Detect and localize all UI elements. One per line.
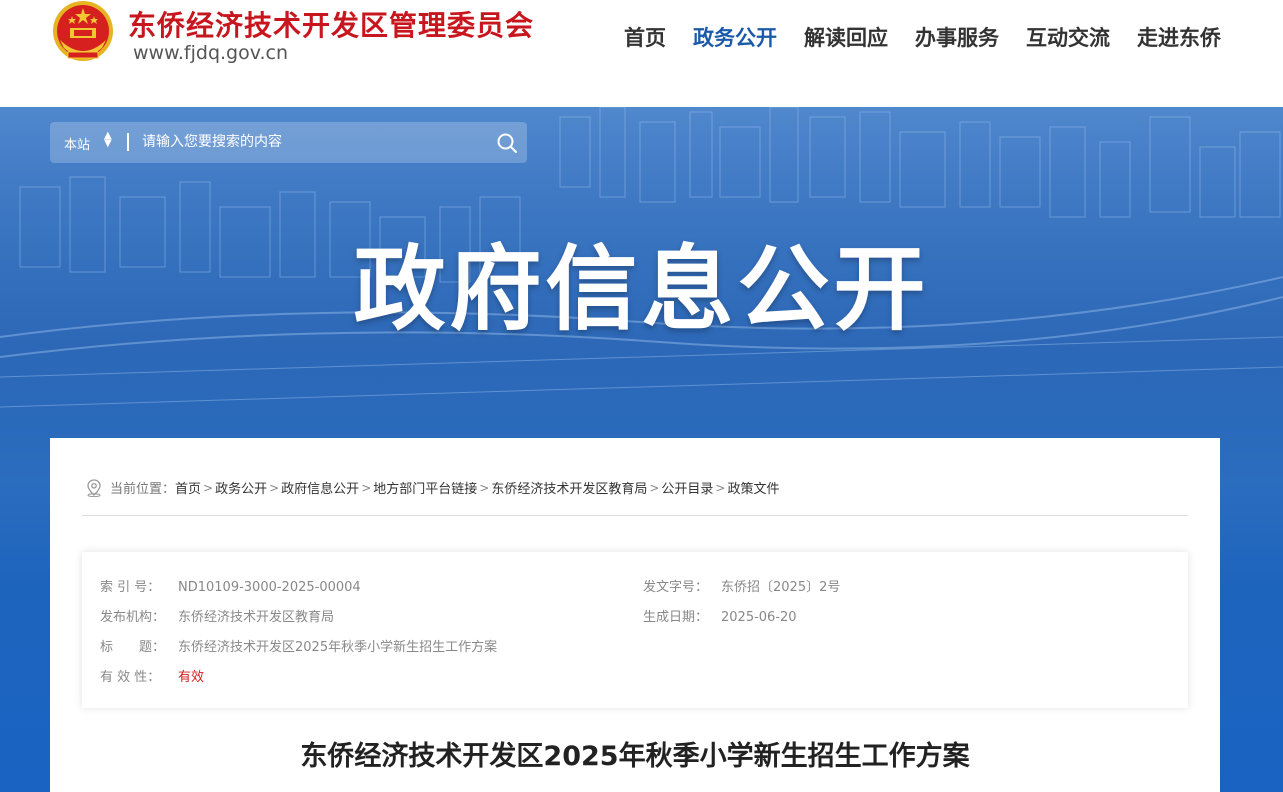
breadcrumb-item-catalog[interactable]: 公开目录 [661, 478, 713, 497]
validity-value: 有效 [178, 670, 205, 685]
breadcrumb-separator: > [203, 480, 214, 495]
breadcrumb-item-policy-docs[interactable]: 政策文件 [727, 478, 779, 497]
publisher-value: 东侨经济技术开发区教育局 [178, 610, 335, 625]
breadcrumb-separator: > [479, 480, 490, 495]
index-number-row: 索 引 号： ND10109-3000-2025-00004 [100, 576, 361, 595]
national-emblem-icon[interactable] [50, 0, 116, 66]
nav-item-government-affairs[interactable]: 政务公开 [693, 22, 777, 52]
publisher-label: 发布机构： [100, 610, 166, 625]
search-input[interactable] [142, 130, 472, 154]
breadcrumb-item-education-bureau[interactable]: 东侨经济技术开发区教育局 [491, 478, 647, 497]
main-content: 当前位置： 首页 > 政务公开 > 政府信息公开 > 地方部门平台链接 > 东侨… [50, 438, 1220, 792]
document-number-value: 东侨招〔2025〕2号 [721, 580, 841, 595]
nav-item-interaction[interactable]: 互动交流 [1026, 22, 1110, 52]
title-label: 标 题： [100, 640, 166, 655]
document-number-row: 发文字号： 东侨招〔2025〕2号 [643, 576, 840, 595]
title-row: 标 题： 东侨经济技术开发区2025年秋季小学新生招生工作方案 [100, 636, 497, 655]
validity-label: 有 效 性： [100, 670, 161, 685]
search-divider [127, 133, 129, 151]
nav-item-services[interactable]: 办事服务 [915, 22, 999, 52]
index-number-label: 索 引 号： [100, 580, 161, 595]
breadcrumb-separator: > [715, 480, 726, 495]
publisher-row: 发布机构： 东侨经济技术开发区教育局 [100, 606, 334, 625]
search-scope-select[interactable]: 本站 [64, 134, 90, 153]
site-url[interactable]: www.fjdq.gov.cn [133, 42, 288, 64]
location-icon [87, 478, 101, 497]
breadcrumb: 当前位置： 首页 > 政务公开 > 政府信息公开 > 地方部门平台链接 > 东侨… [86, 478, 780, 497]
title-value: 东侨经济技术开发区2025年秋季小学新生招生工作方案 [178, 640, 498, 655]
breadcrumb-divider [82, 515, 1188, 516]
search-bar: 本站 ▲ ▼ [50, 122, 527, 163]
search-icon[interactable] [496, 132, 518, 154]
site-title[interactable]: 东侨经济技术开发区管理委员会 [128, 4, 534, 44]
date-row: 生成日期： 2025-06-20 [643, 606, 797, 625]
breadcrumb-separator: > [649, 480, 660, 495]
document-number-label: 发文字号： [643, 580, 709, 595]
site-header: 东侨经济技术开发区管理委员会 www.fjdq.gov.cn 首页 政务公开 解… [0, 0, 1283, 107]
breadcrumb-separator: > [361, 480, 372, 495]
article-title: 东侨经济技术开发区2025年秋季小学新生招生工作方案 [300, 741, 970, 772]
date-value: 2025-06-20 [721, 610, 797, 625]
main-nav: 首页 政务公开 解读回应 办事服务 互动交流 走进东侨 [624, 22, 1221, 52]
document-info-box: 索 引 号： ND10109-3000-2025-00004 发文字号： 东侨招〔2… [82, 552, 1188, 708]
nav-item-interpretation[interactable]: 解读回应 [804, 22, 888, 52]
breadcrumb-prefix: 当前位置： [110, 482, 176, 497]
breadcrumb-item-home[interactable]: 首页 [175, 478, 201, 497]
date-label: 生成日期： [643, 610, 709, 625]
nav-item-about[interactable]: 走进东侨 [1137, 22, 1221, 52]
breadcrumb-item-government-affairs[interactable]: 政务公开 [215, 478, 267, 497]
banner-title: 政府信息公开 [353, 236, 930, 343]
breadcrumb-separator: > [269, 480, 280, 495]
validity-row: 有 效 性： 有效 [100, 666, 204, 685]
breadcrumb-item-dept-links[interactable]: 地方部门平台链接 [373, 478, 477, 497]
index-number-value: ND10109-3000-2025-00004 [178, 580, 361, 595]
breadcrumb-item-info-disclosure[interactable]: 政府信息公开 [281, 478, 359, 497]
scope-sort-icon[interactable]: ▲ ▼ [104, 131, 112, 149]
nav-item-home[interactable]: 首页 [624, 22, 666, 52]
